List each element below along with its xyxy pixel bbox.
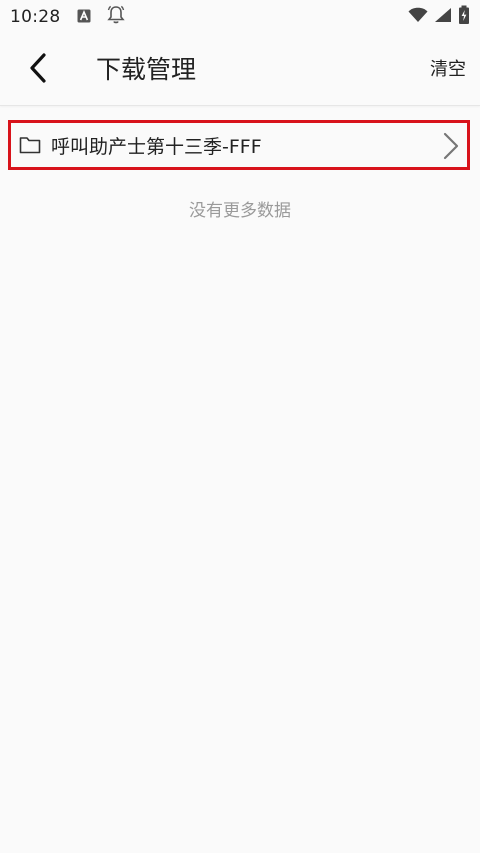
no-more-data-text: 没有更多数据 (189, 201, 291, 221)
download-manager-screen: 10:28 下载管理 清空 呼叫助产士第十三季-FFF 没有更多数据 (0, 0, 480, 853)
app-bar: 下载管理 清空 (0, 34, 480, 106)
page-title: 下载管理 (96, 55, 197, 84)
clear-all-button[interactable]: 清空 (430, 56, 466, 84)
a-box-icon (77, 8, 91, 27)
back-button[interactable] (18, 50, 58, 90)
signal-icon (434, 7, 452, 27)
folder-icon (19, 135, 43, 155)
notification-icons (77, 4, 127, 30)
folder-name: 呼叫助产士第十三季-FFF (51, 135, 262, 158)
system-status-icons (408, 5, 470, 29)
chevron-left-icon (27, 52, 49, 88)
chevron-right-icon (441, 131, 461, 165)
status-time: 10:28 (10, 7, 61, 27)
download-folder-item[interactable]: 呼叫助产士第十三季-FFF (8, 120, 470, 170)
bell-icon (105, 4, 127, 30)
battery-charging-icon (458, 5, 470, 29)
wifi-icon (408, 7, 428, 27)
status-bar: 10:28 (0, 0, 480, 34)
